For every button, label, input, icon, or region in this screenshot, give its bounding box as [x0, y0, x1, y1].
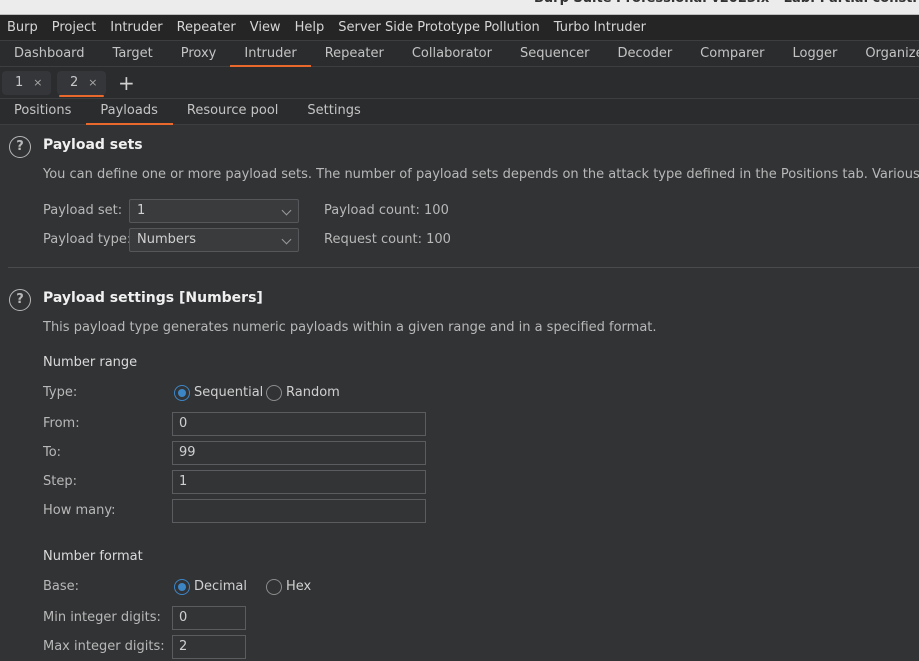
min-integer-digits-label: Min integer digits: — [43, 610, 161, 625]
attack-tab-label: 2 — [70, 75, 79, 90]
step-label: Step: — [43, 474, 77, 489]
radio-decimal[interactable] — [174, 579, 190, 595]
tab-repeater[interactable]: Repeater — [311, 41, 398, 66]
window-title-bar: Burp Suite Professional v2023.x - Lab: P… — [0, 0, 919, 15]
attack-tab-bar: 1 × 2 × + — [0, 67, 919, 98]
radio-hex[interactable] — [266, 579, 282, 595]
chevron-down-icon — [281, 234, 292, 245]
radio-decimal-label[interactable]: Decimal — [194, 579, 247, 594]
payload-settings-description: This payload type generates numeric payl… — [43, 320, 657, 335]
request-count-label: Request count: 100 — [324, 232, 451, 247]
close-icon[interactable]: × — [88, 76, 97, 89]
max-integer-digits-label: Max integer digits: — [43, 639, 165, 654]
add-tab-plus-icon[interactable]: + — [118, 73, 135, 93]
tab-positions[interactable]: Positions — [0, 99, 86, 124]
radio-hex-label[interactable]: Hex — [286, 579, 311, 594]
tab-settings[interactable]: Settings — [293, 99, 375, 124]
attack-tab-label: 1 — [15, 75, 24, 90]
payload-sets-description: You can define one or more payload sets.… — [43, 167, 919, 182]
payload-sets-title: Payload sets — [43, 137, 143, 153]
from-label: From: — [43, 416, 80, 431]
how-many-input[interactable] — [172, 499, 426, 523]
to-input[interactable]: 99 — [172, 441, 426, 465]
payload-count-label: Payload count: 100 — [324, 203, 449, 218]
payload-type-label: Payload type: — [43, 232, 132, 247]
attack-tab-1[interactable]: 1 × — [2, 70, 51, 95]
radio-sequential[interactable] — [174, 385, 190, 401]
payload-set-select[interactable]: 1 — [129, 199, 299, 223]
help-icon[interactable]: ? — [9, 289, 31, 311]
radio-random-label[interactable]: Random — [286, 385, 340, 400]
tab-sequencer[interactable]: Sequencer — [506, 41, 603, 66]
payload-set-value: 1 — [137, 203, 146, 218]
menu-project[interactable]: Project — [52, 20, 96, 35]
menu-intruder[interactable]: Intruder — [110, 20, 162, 35]
tab-collaborator[interactable]: Collaborator — [398, 41, 506, 66]
tab-payloads[interactable]: Payloads — [86, 99, 174, 125]
attack-tab-2[interactable]: 2 × — [57, 70, 106, 97]
to-label: To: — [43, 445, 62, 460]
menu-view[interactable]: View — [250, 20, 281, 35]
base-label: Base: — [43, 579, 80, 594]
tab-organizer[interactable]: Organizer — [851, 41, 919, 66]
request-count-value: 100 — [426, 232, 451, 247]
step-input[interactable]: 1 — [172, 470, 426, 494]
radio-random[interactable] — [266, 385, 282, 401]
tab-logger[interactable]: Logger — [779, 41, 852, 66]
menu-help[interactable]: Help — [295, 20, 325, 35]
menu-turbo-intruder[interactable]: Turbo Intruder — [554, 20, 646, 35]
chevron-down-icon — [281, 205, 292, 216]
menu-repeater[interactable]: Repeater — [177, 20, 236, 35]
menu-bar: Burp Project Intruder Repeater View Help… — [0, 15, 919, 40]
type-label: Type: — [43, 385, 78, 400]
window-title: Burp Suite Professional v2023.x - Lab: P… — [534, 0, 919, 6]
radio-sequential-label[interactable]: Sequential — [194, 385, 263, 400]
tab-intruder[interactable]: Intruder — [230, 41, 312, 67]
how-many-label: How many: — [43, 503, 116, 518]
payload-set-label: Payload set: — [43, 203, 123, 218]
help-icon[interactable]: ? — [9, 136, 31, 158]
tab-resource-pool[interactable]: Resource pool — [173, 99, 294, 124]
intruder-tab-bar: Positions Payloads Resource pool Setting… — [0, 98, 919, 125]
menu-burp[interactable]: Burp — [7, 20, 38, 35]
tab-dashboard[interactable]: Dashboard — [0, 41, 99, 66]
min-integer-digits-input[interactable]: 0 — [172, 606, 246, 630]
tab-comparer[interactable]: Comparer — [686, 41, 778, 66]
payload-count-value: 100 — [424, 203, 449, 218]
tab-proxy[interactable]: Proxy — [167, 41, 231, 66]
menu-server-side-prototype-pollution[interactable]: Server Side Prototype Pollution — [338, 20, 540, 35]
main-tab-bar: Dashboard Target Proxy Intruder Repeater… — [0, 40, 919, 67]
number-format-heading: Number format — [43, 549, 143, 564]
payload-settings-title: Payload settings [Numbers] — [43, 290, 263, 306]
payload-type-value: Numbers — [137, 232, 196, 247]
section-divider — [8, 267, 919, 268]
tab-target[interactable]: Target — [99, 41, 167, 66]
max-integer-digits-input[interactable]: 2 — [172, 635, 246, 659]
request-count-caption: Request count: — [324, 232, 422, 247]
tab-decoder[interactable]: Decoder — [603, 41, 686, 66]
payload-type-select[interactable]: Numbers — [129, 228, 299, 252]
close-icon[interactable]: × — [33, 76, 42, 89]
from-input[interactable]: 0 — [172, 412, 426, 436]
number-range-heading: Number range — [43, 355, 138, 370]
payload-count-caption: Payload count: — [324, 203, 420, 218]
